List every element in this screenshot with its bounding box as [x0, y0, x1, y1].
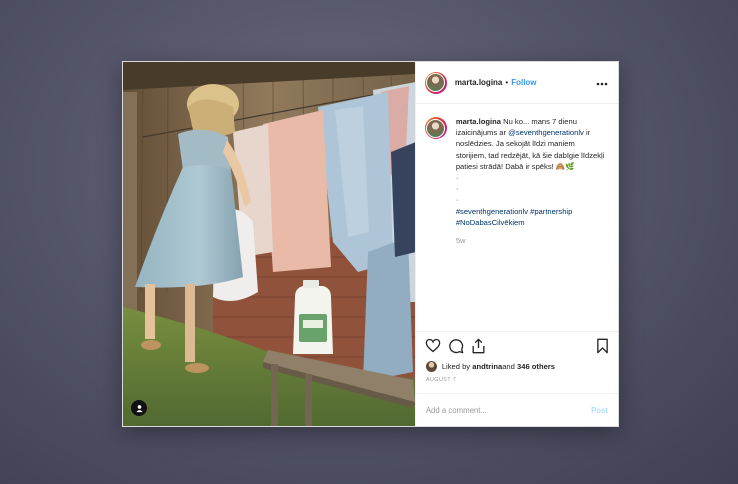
action-bar: [415, 331, 618, 359]
follow-button[interactable]: Follow: [511, 78, 536, 87]
likes-user[interactable]: andtrina: [472, 362, 502, 371]
caption-dot-3: ·: [455, 195, 459, 205]
caption-hashtags[interactable]: #seventhgenerationlv #partnership #NoDab…: [456, 206, 606, 228]
instagram-post-card: marta.logina • Follow marta.logina Nu ko…: [122, 61, 619, 427]
caption-area: marta.logina Nu ko... mans 7 dienu izaic…: [416, 104, 618, 331]
heart-icon[interactable]: [425, 338, 441, 353]
more-horizontal-icon[interactable]: [596, 79, 608, 87]
post-date: AUGUST 7: [425, 377, 457, 383]
user-tag-icon[interactable]: [131, 400, 147, 416]
likes-prefix: Liked by: [441, 361, 471, 371]
caption-mention[interactable]: @seventhgenerationlv: [508, 128, 584, 137]
caption: marta.logina Nu ko... mans 7 dienu izaic…: [456, 116, 606, 331]
caption-time: 5w: [455, 236, 466, 246]
likes-conjunction: and: [502, 361, 515, 371]
caption-dot-2: ·: [455, 184, 459, 194]
post-photo[interactable]: [123, 62, 415, 426]
comment-input[interactable]: [425, 405, 592, 415]
author-username[interactable]: marta.logina: [455, 78, 503, 87]
bookmark-icon[interactable]: [596, 338, 609, 354]
header-separator: •: [505, 78, 509, 87]
likes-others[interactable]: 346 others: [517, 362, 555, 371]
share-icon[interactable]: [471, 338, 486, 354]
post-header: marta.logina • Follow: [415, 62, 618, 104]
caption-dot-1: ·: [455, 173, 459, 183]
comment-icon[interactable]: [448, 338, 464, 354]
likes-summary: Liked by andtrina and 346 others: [416, 359, 618, 373]
caption-avatar[interactable]: [424, 117, 447, 139]
photo-image: [123, 62, 415, 426]
post-comment-button[interactable]: Post: [591, 406, 608, 415]
liker-avatar[interactable]: [425, 360, 437, 372]
comment-bar: Post: [415, 393, 618, 426]
post-sidebar: marta.logina • Follow marta.logina Nu ko…: [414, 62, 618, 426]
author-avatar[interactable]: [424, 71, 447, 94]
caption-username[interactable]: marta.logina: [456, 117, 501, 126]
